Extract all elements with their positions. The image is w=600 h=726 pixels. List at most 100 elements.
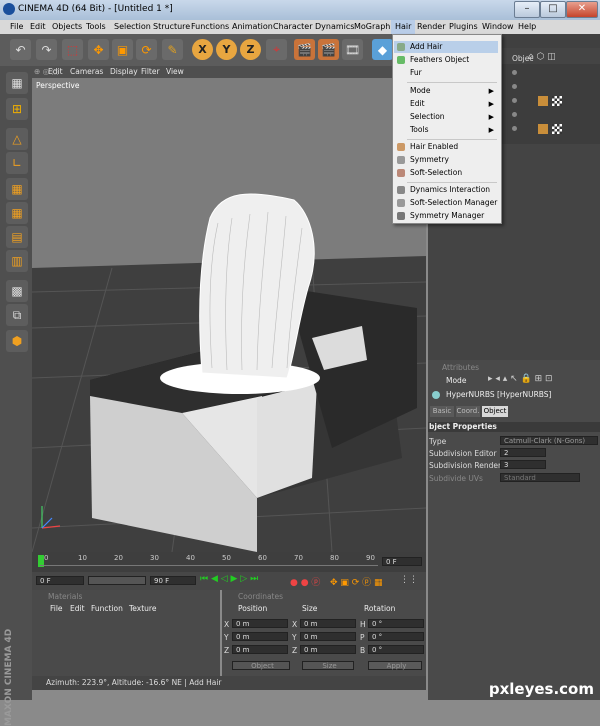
end-frame-field[interactable]: 90 F: [150, 576, 196, 585]
rotation-b-field[interactable]: 0 °: [368, 645, 424, 654]
minimize-button[interactable]: –: [514, 1, 540, 18]
tag-icon[interactable]: [538, 124, 548, 134]
live-selection-icon[interactable]: ⬚: [62, 39, 83, 60]
redo-icon[interactable]: ↷: [36, 39, 57, 60]
current-frame-field[interactable]: 0 F: [382, 557, 422, 566]
y-axis-lock-icon[interactable]: Y: [216, 39, 237, 60]
size-x-field[interactable]: 0 m: [300, 619, 356, 628]
tab-coord[interactable]: Coord.: [456, 406, 480, 417]
snap-icon[interactable]: ▩: [6, 280, 28, 302]
menu-item-tools[interactable]: Tools ▶: [394, 124, 498, 136]
playback-controls-icons[interactable]: ⏮ ◀ ◁ ▶ ▷ ⏭: [200, 574, 258, 584]
model-mode-icon[interactable]: ▤: [6, 226, 28, 248]
texture-mode-icon[interactable]: ⊞: [6, 98, 28, 120]
menu-item-dynamics-interaction[interactable]: Dynamics Interaction: [394, 184, 498, 196]
menu-item-edit[interactable]: Edit ▶: [394, 98, 498, 110]
world-coordinates-icon[interactable]: ⌖: [266, 39, 287, 60]
undo-icon[interactable]: ↶: [10, 39, 31, 60]
rotation-h-field[interactable]: 0 °: [368, 619, 424, 628]
tag-icon[interactable]: [538, 96, 548, 106]
workplane-icon[interactable]: ⧉: [6, 304, 28, 326]
viewport-menu-display[interactable]: Display: [110, 67, 138, 76]
points-mode-icon[interactable]: △: [6, 128, 28, 150]
render-view-icon[interactable]: 🎬: [294, 39, 315, 60]
timeline-settings-icon[interactable]: ⋮⋮: [400, 575, 418, 585]
rotate-icon[interactable]: ⟳: [136, 39, 157, 60]
menu-item-fur[interactable]: Fur: [394, 67, 498, 79]
deformer-icon[interactable]: ⬢: [6, 330, 28, 352]
menu-item-mode[interactable]: Mode ▶: [394, 85, 498, 97]
cube-primitive-icon[interactable]: ◆: [372, 39, 393, 60]
maximize-button[interactable]: □: [540, 1, 566, 18]
render-picture-viewer-icon[interactable]: 🎬: [318, 39, 339, 60]
attributes-nav-icons[interactable]: ▸ ◂ ▴ ↖ 🔒 ⊞ ⊡: [488, 374, 553, 384]
attributes-mode-menu[interactable]: Mode: [446, 376, 466, 385]
x-axis-lock-icon[interactable]: X: [192, 39, 213, 60]
start-frame-field[interactable]: 0 F: [36, 576, 84, 585]
menu-window[interactable]: Window: [482, 22, 514, 31]
texture-tag-icon[interactable]: [552, 96, 562, 106]
menu-item-soft-selection-manager[interactable]: Soft-Selection Manager: [394, 197, 498, 209]
timeline[interactable]: 0 10 20 30 40 50 60 70 80 90 0 F: [32, 552, 426, 572]
menu-mograph[interactable]: MoGraph: [354, 22, 390, 31]
texture-tag-icon[interactable]: [552, 124, 562, 134]
type-select[interactable]: Catmull-Clark (N-Gons): [500, 436, 598, 445]
menu-plugins[interactable]: Plugins: [449, 22, 478, 31]
menu-file[interactable]: File: [10, 22, 23, 31]
subdivision-renderer-field[interactable]: 3: [500, 460, 546, 469]
perspective-viewport[interactable]: Perspective: [32, 78, 426, 552]
menu-item-symmetry[interactable]: Symmetry: [394, 154, 498, 166]
menu-tools[interactable]: Tools: [86, 22, 106, 31]
viewport-menu-cameras[interactable]: Cameras: [70, 67, 103, 76]
materials-menu-edit[interactable]: Edit: [70, 604, 85, 613]
object-mode-icon[interactable]: ▦: [6, 202, 28, 224]
position-y-field[interactable]: 0 m: [232, 632, 288, 641]
size-y-field[interactable]: 0 m: [300, 632, 356, 641]
menu-objects[interactable]: Objects: [52, 22, 82, 31]
scale-icon[interactable]: ▣: [112, 39, 133, 60]
z-axis-lock-icon[interactable]: Z: [240, 39, 261, 60]
materials-menu-function[interactable]: Function: [91, 604, 123, 613]
menu-functions[interactable]: Functions: [191, 22, 229, 31]
size-mode-select[interactable]: Size: [302, 661, 354, 670]
close-button[interactable]: ✕: [566, 1, 598, 18]
rotation-p-field[interactable]: 0 °: [368, 632, 424, 641]
viewport-menu-edit[interactable]: Edit: [48, 67, 63, 76]
coordinate-mode-select[interactable]: Object: [232, 661, 290, 670]
edges-mode-icon[interactable]: ∟: [6, 152, 28, 174]
menu-item-add-hair[interactable]: Add Hair: [394, 41, 498, 53]
menu-item-soft-selection[interactable]: Soft-Selection: [394, 167, 498, 179]
menu-render[interactable]: Render: [417, 22, 445, 31]
recent-tools-icon[interactable]: ✎: [162, 39, 183, 60]
menu-animation[interactable]: Animation: [232, 22, 273, 31]
subdivide-uvs-select[interactable]: Standard: [500, 473, 580, 482]
tab-basic[interactable]: Basic: [430, 406, 454, 417]
animation-mode-icon[interactable]: ▥: [6, 250, 28, 272]
menu-dynamics[interactable]: Dynamics: [315, 22, 354, 31]
menu-structure[interactable]: Structure: [153, 22, 190, 31]
make-editable-icon[interactable]: ▦: [6, 72, 28, 94]
menu-item-feathers-object[interactable]: Feathers Object: [394, 54, 498, 66]
subdivision-editor-field[interactable]: 2: [500, 448, 546, 457]
tab-object[interactable]: Object: [482, 406, 508, 417]
frame-range-slider[interactable]: [88, 576, 146, 585]
key-mode-icons[interactable]: ✥ ▣ ⟳ ⓟ ▦: [330, 575, 383, 588]
materials-menu-file[interactable]: File: [50, 604, 63, 613]
viewport-menu-filter[interactable]: Filter: [141, 67, 160, 76]
position-z-field[interactable]: 0 m: [232, 645, 288, 654]
apply-button[interactable]: Apply: [368, 661, 422, 670]
menu-item-hair-enabled[interactable]: Hair Enabled: [394, 141, 498, 153]
materials-menu-texture[interactable]: Texture: [129, 604, 156, 613]
menu-help[interactable]: Help: [518, 22, 536, 31]
viewport-menu-view[interactable]: View: [166, 67, 184, 76]
menu-character[interactable]: Character: [273, 22, 313, 31]
menu-edit[interactable]: Edit: [30, 22, 46, 31]
position-x-field[interactable]: 0 m: [232, 619, 288, 628]
polygons-mode-icon[interactable]: ▦: [6, 178, 28, 200]
record-keyframe-icons[interactable]: ● ● ⓟ: [290, 575, 320, 588]
render-settings-icon[interactable]: 🎞: [342, 39, 363, 60]
menu-item-symmetry-manager[interactable]: Symmetry Manager: [394, 210, 498, 222]
menu-selection[interactable]: Selection: [114, 22, 151, 31]
menu-hair[interactable]: Hair: [391, 20, 416, 34]
menu-item-selection[interactable]: Selection ▶: [394, 111, 498, 123]
